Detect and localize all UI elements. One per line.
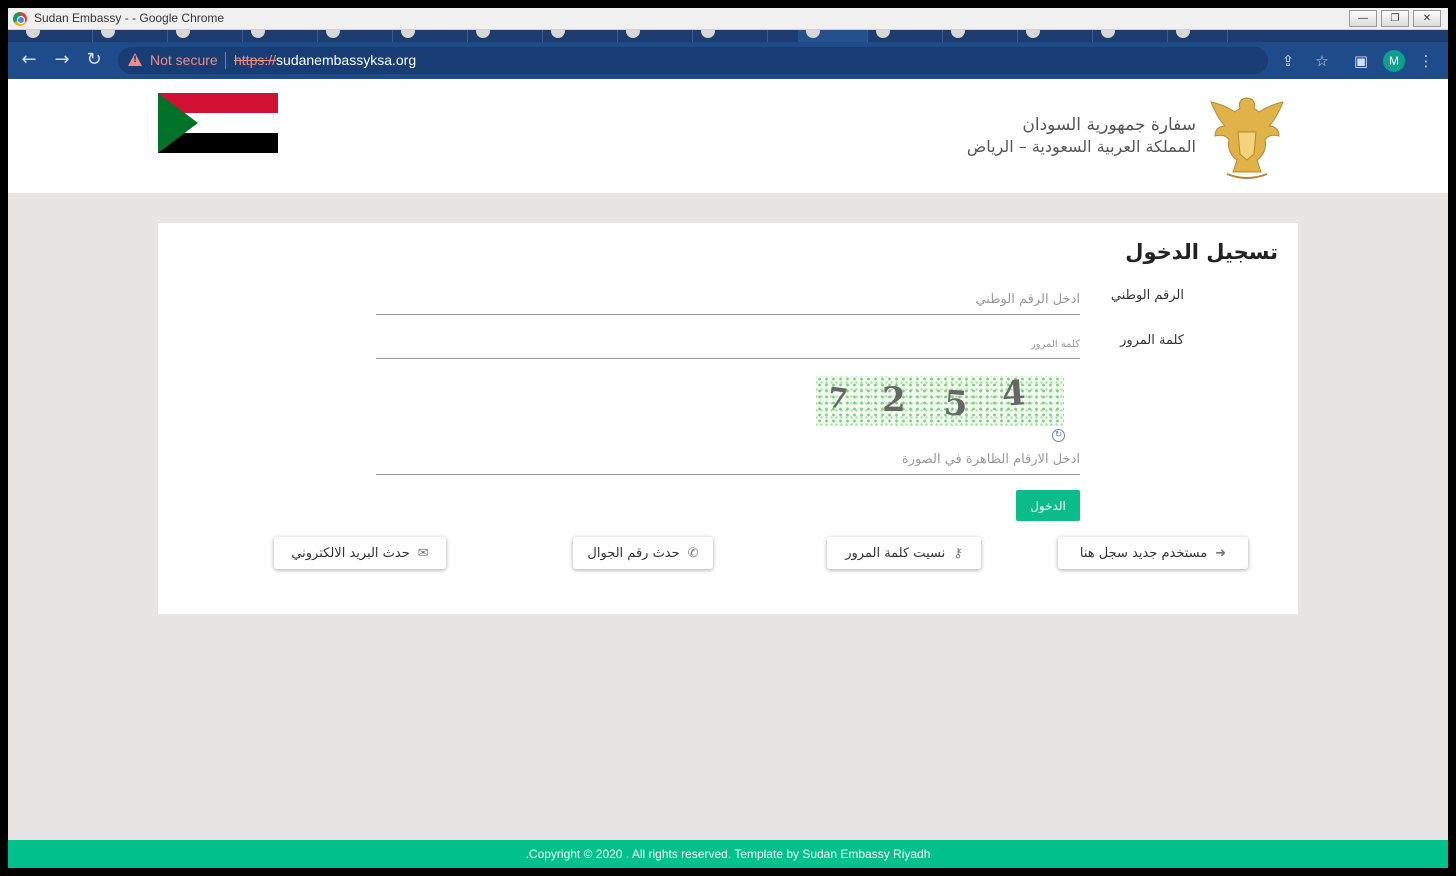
tab-favicon-icon	[1101, 30, 1115, 38]
window-titlebar: Sudan Embassy - - Google Chrome — ❐ ✕	[8, 8, 1448, 30]
update-email-button[interactable]: ✉ حدث البريد الالكتروني	[274, 537, 446, 569]
site-footer: .Copyright © 2020 . All rights reserved.…	[8, 840, 1448, 868]
tab-favicon-icon	[101, 30, 115, 38]
login-card: تسجيل الدخول الرقم الوطني كلمة المرور 7 …	[158, 223, 1298, 614]
update-email-label: حدث البريد الالكتروني	[291, 545, 410, 561]
browser-tab[interactable]	[943, 30, 1018, 42]
tab-favicon-icon	[806, 30, 820, 38]
close-window-button[interactable]: ✕	[1413, 10, 1441, 27]
browser-tab[interactable]	[543, 30, 618, 42]
tab-favicon-icon	[1026, 30, 1040, 38]
sudan-flag	[158, 93, 278, 153]
forgot-password-label: نسيت كلمة المرور	[845, 545, 946, 561]
omnibox-separator	[225, 52, 226, 69]
tab-favicon-icon	[176, 30, 190, 38]
browser-tab[interactable]	[93, 30, 168, 42]
browser-tab[interactable]	[468, 30, 543, 42]
captcha-digit: 7	[825, 380, 850, 417]
national-id-label: الرقم الوطني	[1110, 288, 1184, 303]
forgot-password-button[interactable]: ⚷ نسيت كلمة المرور	[827, 537, 981, 569]
maximize-button[interactable]: ❐	[1381, 10, 1409, 27]
embassy-name: سفارة جمهورية السودان	[1022, 115, 1196, 135]
tab-favicon-icon	[626, 30, 640, 38]
browser-tab[interactable]	[618, 30, 693, 42]
browser-tab[interactable]	[1093, 30, 1168, 42]
browser-toolbar: ← → ↻ Not secure https://sudanembassyksa…	[8, 42, 1448, 79]
tab-favicon-icon	[26, 30, 40, 38]
phone-icon: ✆	[687, 545, 699, 561]
browser-tab[interactable]	[393, 30, 468, 42]
tab-favicon-icon	[876, 30, 890, 38]
captcha-image: 7 2 5 4	[816, 373, 1064, 426]
bookmark-star-icon[interactable]: ☆	[1312, 51, 1332, 71]
login-button[interactable]: الدخول	[1016, 490, 1080, 521]
url-host: sudanembassyksa.org	[276, 52, 417, 68]
address-bar[interactable]: Not secure https://sudanembassyksa.org ⇪…	[118, 47, 1329, 74]
captcha-input[interactable]	[376, 445, 1080, 475]
tab-favicon-icon	[401, 30, 415, 38]
tab-favicon-icon	[476, 30, 490, 38]
sudan-emblem-logo	[1210, 97, 1284, 179]
web-page: سفارة جمهورية السودان المملكة العربية ال…	[8, 79, 1448, 840]
browser-tab[interactable]	[868, 30, 943, 42]
url-text[interactable]: https://sudanembassyksa.org	[234, 52, 416, 68]
browser-tab[interactable]	[243, 30, 318, 42]
window-title: Sudan Embassy - - Google Chrome	[34, 11, 225, 25]
browser-tab[interactable]	[18, 30, 93, 42]
forward-arrow-icon[interactable]: →	[51, 50, 73, 72]
url-protocol: https://	[234, 52, 277, 68]
login-title: تسجيل الدخول	[1125, 240, 1278, 264]
password-input[interactable]	[376, 329, 1080, 359]
tab-favicon-icon	[251, 30, 265, 38]
security-status[interactable]: Not secure	[150, 52, 218, 68]
register-button[interactable]: ➜ مستخدم جديد سجل هنا	[1058, 537, 1248, 569]
sign-in-icon: ➜	[1215, 545, 1227, 561]
update-mobile-label: حدث رقم الجوال	[587, 545, 680, 561]
browser-tab[interactable]	[1018, 30, 1093, 42]
site-header: سفارة جمهورية السودان المملكة العربية ال…	[8, 79, 1448, 193]
embassy-location: المملكة العربية السعودية – الرياض	[966, 137, 1196, 156]
tab-favicon-icon	[951, 30, 965, 38]
tab-favicon-icon	[1176, 30, 1190, 38]
share-icon[interactable]: ⇪	[1278, 51, 1298, 71]
side-panel-icon[interactable]: ▣	[1351, 51, 1371, 71]
warning-icon	[128, 53, 142, 66]
password-label: كلمة المرور	[1120, 333, 1184, 348]
tab-favicon-icon	[701, 30, 715, 38]
register-label: مستخدم جديد سجل هنا	[1079, 545, 1208, 561]
back-arrow-icon[interactable]: ←	[18, 50, 40, 72]
key-icon: ⚷	[953, 545, 963, 561]
menu-kebab-icon[interactable]: ⋮	[1416, 51, 1436, 71]
captcha-refresh-icon[interactable]: ↻	[1052, 429, 1065, 442]
captcha-digit: 2	[882, 380, 906, 420]
browser-tab[interactable]	[168, 30, 243, 42]
update-mobile-button[interactable]: ✆ حدث رقم الجوال	[573, 537, 713, 569]
browser-tab-active[interactable]	[798, 30, 868, 42]
browser-tab[interactable]	[318, 30, 393, 42]
profile-avatar[interactable]: M	[1383, 50, 1405, 72]
chrome-icon	[13, 12, 27, 26]
captcha-digit: 4	[1000, 373, 1028, 415]
minimize-button[interactable]: —	[1349, 10, 1377, 27]
national-id-input[interactable]	[376, 285, 1080, 315]
browser-tab[interactable]	[1168, 30, 1228, 42]
tab-favicon-icon	[326, 30, 340, 38]
reload-icon[interactable]: ↻	[83, 50, 105, 72]
tab-strip	[8, 30, 1448, 42]
envelope-icon: ✉	[417, 545, 429, 561]
tab-favicon-icon	[551, 30, 565, 38]
captcha-digit: 5	[942, 383, 970, 425]
browser-tab[interactable]	[693, 30, 768, 42]
